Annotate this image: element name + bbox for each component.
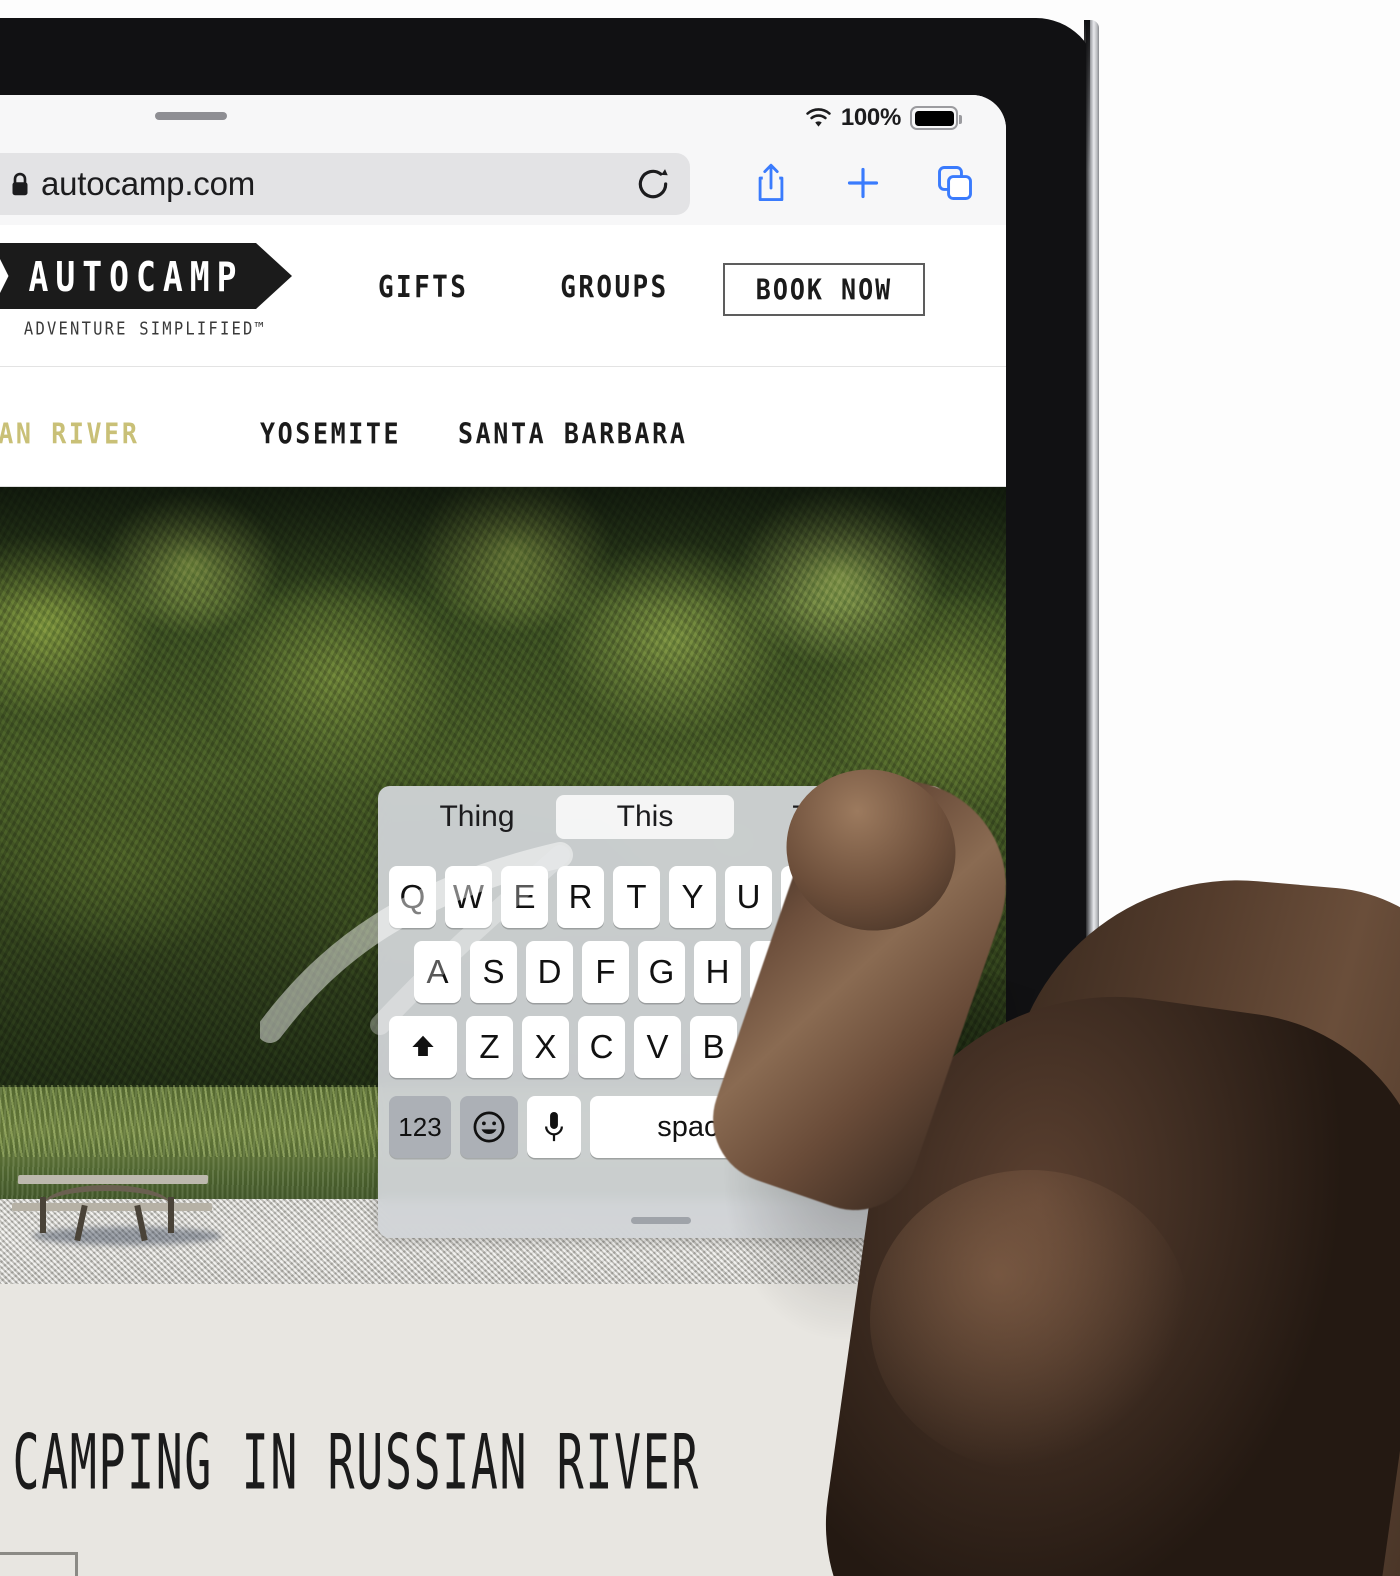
header-nav: GIFTS GROUPS bbox=[378, 271, 669, 306]
numbers-key[interactable]: 123 bbox=[389, 1096, 451, 1158]
battery-icon bbox=[910, 106, 962, 130]
nav-link-gifts[interactable]: GIFTS bbox=[378, 271, 468, 306]
key-g[interactable]: G bbox=[638, 941, 685, 1003]
key-o[interactable]: O bbox=[837, 866, 884, 928]
key-z[interactable]: Z bbox=[466, 1016, 513, 1078]
nav-link-groups[interactable]: GROUPS bbox=[560, 271, 668, 306]
tabs-icon[interactable] bbox=[932, 155, 978, 211]
key-p[interactable]: P bbox=[893, 866, 940, 928]
keyboard-row-4: 123 space return bbox=[389, 1096, 935, 1158]
keyboard-row-2: ASDFGHJKL bbox=[414, 941, 909, 1003]
emoji-icon[interactable] bbox=[460, 1096, 518, 1158]
key-k[interactable]: K bbox=[806, 941, 853, 1003]
page-content: EAM CAMPING IN RUSSIAN RIVER ACCOMMODATI… bbox=[0, 1284, 1006, 1576]
status-indicators: 100% bbox=[805, 103, 962, 133]
key-v[interactable]: V bbox=[634, 1016, 681, 1078]
keyboard-row-3: ZXCVBNM bbox=[389, 1016, 849, 1078]
url-text: autocamp.com bbox=[41, 165, 256, 202]
prediction-thing[interactable]: Thing bbox=[412, 795, 542, 839]
space-key[interactable]: space bbox=[590, 1096, 802, 1158]
key-n[interactable]: N bbox=[746, 1016, 793, 1078]
return-key[interactable]: return bbox=[811, 1096, 935, 1158]
keyboard-drag-handle[interactable] bbox=[631, 1217, 691, 1224]
wifi-icon bbox=[806, 107, 831, 127]
logo-wordmark: AUTOCAMP bbox=[28, 251, 244, 301]
new-tab-icon[interactable] bbox=[840, 155, 886, 211]
onscreen-keyboard: Thing This Think QWERTYUIOP ASDFGHJKL ZX… bbox=[378, 786, 944, 1238]
tablet-screen: 100% autocamp.com AUTOCAMP ® ADVENTURE S… bbox=[0, 95, 1006, 1576]
multitask-handle[interactable] bbox=[155, 112, 227, 120]
key-q[interactable]: Q bbox=[389, 866, 436, 928]
key-s[interactable]: S bbox=[470, 941, 517, 1003]
logo-banner: AUTOCAMP ® bbox=[0, 243, 292, 309]
page-headline: EAM CAMPING IN RUSSIAN RIVER bbox=[0, 1420, 701, 1508]
registered-mark: ® bbox=[295, 289, 308, 308]
location-nav: RUSSIAN RIVER YOSEMITE SANTA BARBARA bbox=[0, 367, 1006, 487]
autocamp-logo[interactable]: AUTOCAMP ® ADVENTURE SIMPLIFIED™ bbox=[0, 243, 298, 340]
predictive-text-bar: Thing This Think bbox=[378, 786, 944, 848]
status-bar: 100% bbox=[0, 95, 1006, 143]
key-e[interactable]: E bbox=[501, 866, 548, 928]
active-tab-indicator[interactable] bbox=[0, 1552, 78, 1576]
key-h[interactable]: H bbox=[694, 941, 741, 1003]
address-bar[interactable]: autocamp.com bbox=[0, 153, 690, 215]
key-f[interactable]: F bbox=[582, 941, 629, 1003]
keyboard-row-1: QWERTYUIOP bbox=[389, 866, 940, 928]
shift-key[interactable] bbox=[389, 1016, 457, 1078]
shift-icon bbox=[412, 1035, 434, 1056]
tablet-edge bbox=[1084, 20, 1099, 1576]
prediction-this[interactable]: This bbox=[556, 795, 734, 839]
hero-top-shade bbox=[0, 487, 1006, 607]
key-a[interactable]: A bbox=[414, 941, 461, 1003]
key-y[interactable]: Y bbox=[669, 866, 716, 928]
picnic-table bbox=[12, 1175, 222, 1245]
microphone-key[interactable] bbox=[527, 1096, 581, 1158]
site-header: AUTOCAMP ® ADVENTURE SIMPLIFIED™ GIFTS G… bbox=[0, 225, 1006, 367]
key-d[interactable]: D bbox=[526, 941, 573, 1003]
key-b[interactable]: B bbox=[690, 1016, 737, 1078]
prediction-think[interactable]: Think bbox=[756, 795, 902, 839]
share-icon[interactable] bbox=[748, 155, 794, 211]
key-w[interactable]: W bbox=[445, 866, 492, 928]
key-j[interactable]: J bbox=[750, 941, 797, 1003]
smiley-icon bbox=[473, 1111, 505, 1143]
browser-action-icons bbox=[748, 155, 978, 211]
key-t[interactable]: T bbox=[613, 866, 660, 928]
key-r[interactable]: R bbox=[557, 866, 604, 928]
logo-tagline: ADVENTURE SIMPLIFIED™ bbox=[23, 318, 267, 340]
location-tab-yosemite[interactable]: YOSEMITE bbox=[260, 417, 401, 450]
lock-icon bbox=[12, 172, 28, 196]
screenshot-root: 100% autocamp.com AUTOCAMP ® ADVENTURE S… bbox=[0, 0, 1400, 1576]
key-u[interactable]: U bbox=[725, 866, 772, 928]
battery-percent-label: 100% bbox=[840, 104, 901, 131]
key-m[interactable]: M bbox=[802, 1016, 849, 1078]
key-c[interactable]: C bbox=[578, 1016, 625, 1078]
microphone-icon bbox=[545, 1111, 563, 1142]
key-l[interactable]: L bbox=[862, 941, 909, 1003]
browser-toolbar: autocamp.com bbox=[0, 143, 1006, 225]
key-i[interactable]: I bbox=[781, 866, 828, 928]
reload-icon[interactable] bbox=[634, 165, 672, 203]
book-now-label: BOOK NOW bbox=[755, 272, 893, 307]
book-now-button[interactable]: BOOK NOW bbox=[723, 263, 925, 316]
page-background bbox=[1099, 0, 1400, 1576]
location-tab-russian-river[interactable]: RUSSIAN RIVER bbox=[0, 417, 139, 450]
location-tab-santa-barbara[interactable]: SANTA BARBARA bbox=[458, 417, 687, 450]
key-x[interactable]: X bbox=[522, 1016, 569, 1078]
